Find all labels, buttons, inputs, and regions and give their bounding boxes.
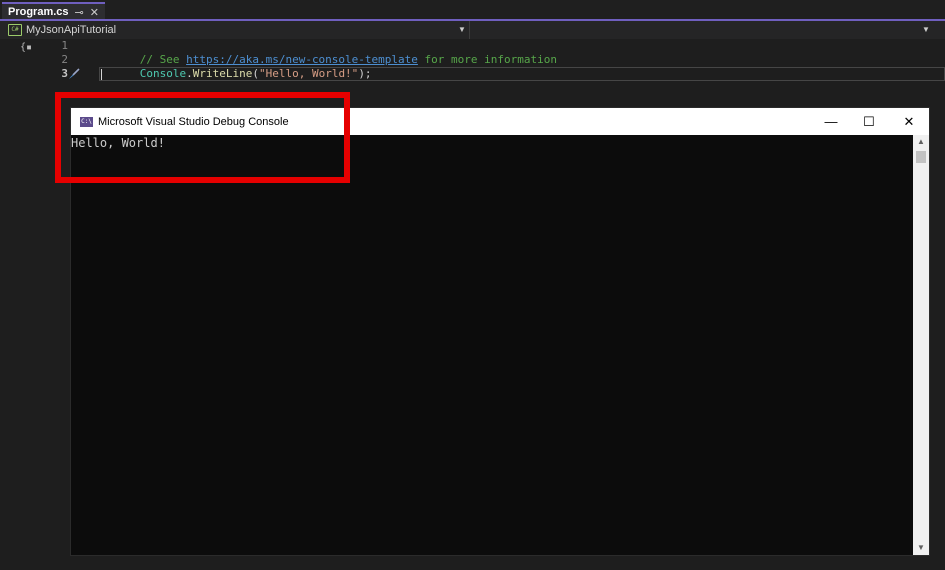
pin-icon[interactable]: ⊸ bbox=[75, 6, 84, 19]
member-dropdown[interactable]: ▼ bbox=[471, 21, 941, 39]
line-number: 1 bbox=[61, 39, 68, 52]
scroll-thumb[interactable] bbox=[916, 151, 926, 163]
chevron-down-icon[interactable]: ▼ bbox=[458, 25, 466, 34]
navigation-bar: C# MyJsonApiTutorial ▼ ▼ bbox=[0, 21, 945, 40]
console-output-area[interactable]: Hello, World! bbox=[71, 135, 913, 555]
code-line-2[interactable]: 2 Console.WriteLine("Hello, World!"); bbox=[0, 53, 945, 80]
close-tab-icon[interactable]: ✕ bbox=[90, 6, 99, 19]
scroll-up-icon[interactable]: ▲ bbox=[913, 135, 929, 149]
csharp-project-icon: C# bbox=[8, 24, 22, 36]
current-line-highlight bbox=[99, 67, 945, 81]
line-number: 2 bbox=[61, 53, 68, 66]
maximize-button[interactable]: ☐ bbox=[849, 108, 889, 135]
close-button[interactable]: ✕ bbox=[889, 108, 929, 135]
project-dropdown[interactable]: C# MyJsonApiTutorial ▼ bbox=[4, 21, 470, 39]
chevron-down-icon[interactable]: ▼ bbox=[922, 25, 930, 34]
quick-actions-brush-icon[interactable] bbox=[68, 68, 80, 80]
minimize-button[interactable]: — bbox=[811, 108, 851, 135]
document-tab-strip: Program.cs ⊸ ✕ bbox=[0, 0, 945, 21]
project-name: MyJsonApiTutorial bbox=[26, 24, 117, 36]
line-number: 3 bbox=[61, 67, 68, 80]
code-line-1[interactable]: 1 // See https://aka.ms/new-console-temp… bbox=[0, 39, 945, 66]
vertical-scrollbar[interactable]: ▲ ▼ bbox=[913, 135, 929, 555]
annotation-highlight-box bbox=[55, 92, 350, 183]
tab-program-cs[interactable]: Program.cs ⊸ ✕ bbox=[2, 2, 105, 20]
text-caret bbox=[101, 69, 102, 80]
scroll-down-icon[interactable]: ▼ bbox=[913, 541, 929, 555]
tab-title: Program.cs bbox=[8, 6, 69, 18]
editor-left-margin bbox=[0, 39, 18, 570]
